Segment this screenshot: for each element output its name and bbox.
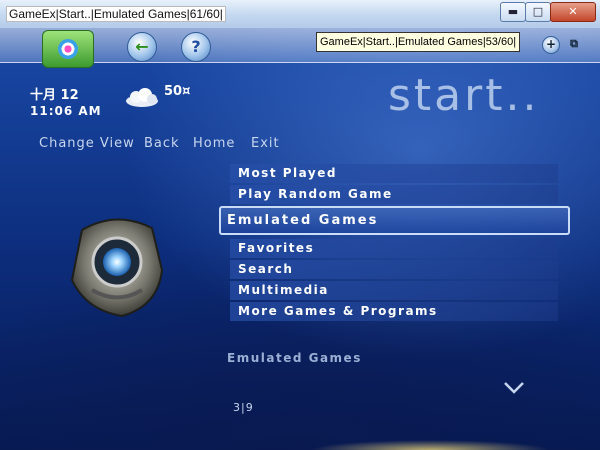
- minimize-button[interactable]: ▬: [500, 2, 526, 22]
- close-button[interactable]: ✕: [550, 2, 596, 22]
- temperature-label: 50¤: [164, 84, 191, 99]
- maximize-button[interactable]: □: [525, 2, 551, 22]
- home-link[interactable]: Home: [193, 136, 235, 151]
- weather-cloud-icon: [126, 88, 158, 107]
- exit-link[interactable]: Exit: [251, 136, 280, 151]
- date-label: 十月 12: [30, 88, 79, 103]
- plus-button[interactable]: +: [542, 36, 560, 54]
- current-section-label: Emulated Games: [227, 351, 362, 365]
- title-bar: GameEx|Start..|Emulated Games|61/60| ▬ □…: [0, 0, 600, 29]
- gameex-logo-button[interactable]: [42, 30, 94, 68]
- menu-item-search[interactable]: Search: [230, 260, 558, 279]
- back-link[interactable]: Back: [144, 136, 180, 151]
- restore-window-button[interactable]: ⧉: [566, 36, 582, 52]
- back-arrow-button[interactable]: ←: [127, 32, 157, 62]
- menu-item-play-random-game[interactable]: Play Random Game: [230, 185, 558, 204]
- help-button[interactable]: ?: [181, 32, 211, 62]
- page-title: start..: [388, 70, 540, 121]
- change-view-link[interactable]: Change View: [39, 136, 135, 151]
- menu-item-multimedia[interactable]: Multimedia: [230, 281, 558, 300]
- bottom-glow: [310, 440, 550, 450]
- time-label: 11:06 AM: [30, 104, 102, 118]
- menu-item-most-played[interactable]: Most Played: [230, 164, 558, 183]
- top-toolbar: ← ? GameEx|Start..|Emulated Games|53/60|…: [0, 28, 600, 68]
- tooltip: GameEx|Start..|Emulated Games|53/60|: [316, 32, 521, 52]
- gameex-logo-icon: [58, 39, 78, 59]
- chevron-down-icon[interactable]: [503, 380, 525, 396]
- page-counter: 3|9: [233, 401, 254, 414]
- helmet-icon: [70, 218, 164, 318]
- menu-item-more-games-programs[interactable]: More Games & Programs: [230, 302, 558, 321]
- window-title: GameEx|Start..|Emulated Games|61/60|: [6, 6, 226, 22]
- main-stage: ← ? GameEx|Start..|Emulated Games|53/60|…: [0, 28, 600, 450]
- gameex-window: GameEx|Start..|Emulated Games|61/60| ▬ □…: [0, 0, 600, 450]
- menu-item-emulated-games-selected[interactable]: Emulated Games: [219, 206, 570, 235]
- menu-item-favorites[interactable]: Favorites: [230, 239, 558, 258]
